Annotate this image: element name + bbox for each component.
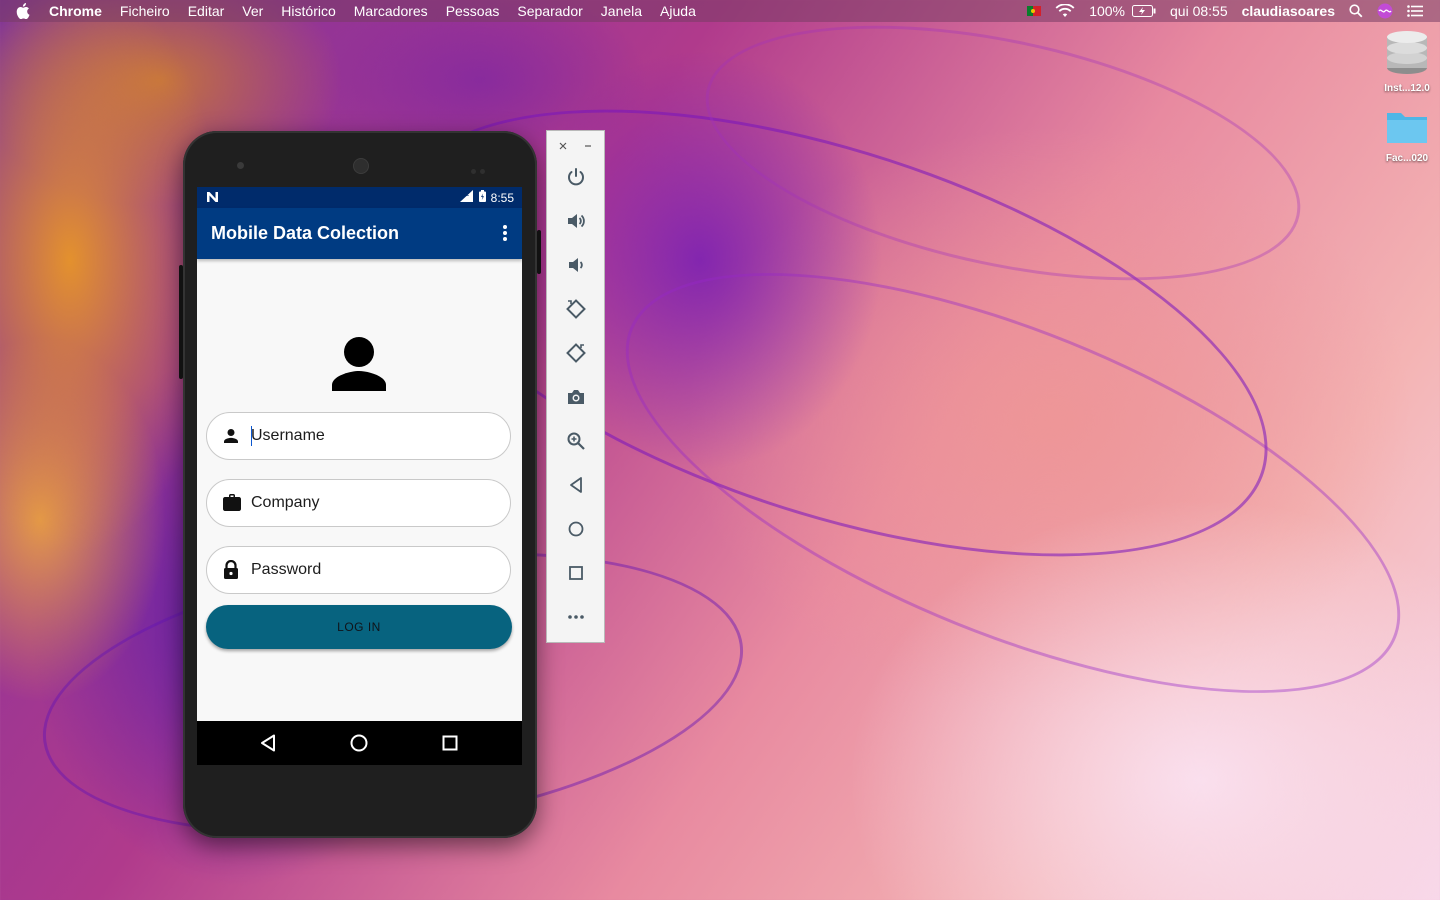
menu-separador[interactable]: Separador (508, 0, 591, 22)
flag-icon[interactable] (1020, 6, 1048, 16)
briefcase-icon (223, 494, 241, 516)
menu-pessoas[interactable]: Pessoas (437, 0, 509, 22)
password-field[interactable]: Password (206, 546, 511, 594)
overflow-menu-icon[interactable] (502, 224, 508, 247)
company-field[interactable]: Company (206, 479, 511, 527)
close-icon[interactable] (559, 139, 567, 153)
login-button[interactable]: LOG IN (206, 605, 512, 649)
earpiece-speaker (353, 158, 369, 174)
rotate-right-icon[interactable] (564, 341, 588, 365)
username-field[interactable]: Username (206, 412, 511, 460)
menu-ajuda[interactable]: Ajuda (651, 0, 705, 22)
notification-n-icon (206, 191, 219, 206)
status-time: 8:55 (490, 190, 514, 205)
front-camera (237, 162, 244, 169)
android-status-bar: LTE 8:55 (197, 187, 522, 208)
lock-icon (223, 559, 239, 584)
volume-up-icon[interactable] (564, 209, 588, 233)
phone-side-button[interactable] (179, 265, 183, 379)
menu-historico[interactable]: Histórico (272, 0, 344, 22)
siri-icon[interactable] (1370, 3, 1400, 19)
folder-icon (1385, 113, 1429, 149)
battery-icon[interactable] (1132, 5, 1163, 17)
macos-menu-bar: Chrome Ficheiro Editar Ver Histórico Mar… (0, 0, 1440, 22)
app-bar: Mobile Data Colection (197, 208, 522, 259)
text-cursor (251, 426, 252, 446)
phone-side-button[interactable] (537, 230, 541, 274)
avatar-icon (330, 335, 388, 396)
desktop-icon-label: Inst...12.0 (1384, 83, 1430, 94)
menu-marcadores[interactable]: Marcadores (345, 0, 437, 22)
menu-ver[interactable]: Ver (233, 0, 272, 22)
desktop-icon-folder[interactable]: Fac...020 (1372, 108, 1440, 164)
phone-screen: LTE 8:55 Mobile Data Colection Username (197, 187, 522, 765)
menu-editar[interactable]: Editar (179, 0, 234, 22)
power-icon[interactable] (564, 165, 588, 189)
person-icon (223, 428, 239, 449)
nav-overview-icon[interactable] (442, 734, 458, 756)
menu-janela[interactable]: Janela (592, 0, 651, 22)
company-placeholder: Company (251, 494, 320, 511)
overview-icon[interactable] (564, 561, 588, 585)
desktop-icon-installer[interactable]: Inst...12.0 (1372, 28, 1440, 94)
app-title: Mobile Data Colection (211, 223, 400, 243)
username-placeholder: Username (251, 427, 325, 444)
svg-text:LTE: LTE (461, 192, 469, 198)
spotlight-search-icon[interactable] (1342, 4, 1370, 18)
emulator-toolbar (546, 130, 605, 643)
apple-menu-icon[interactable] (6, 3, 40, 19)
user-name[interactable]: claudiasoares (1235, 0, 1342, 22)
nav-back-icon[interactable] (260, 734, 276, 757)
android-nav-bar (197, 721, 522, 765)
back-icon[interactable] (564, 473, 588, 497)
menu-ficheiro[interactable]: Ficheiro (111, 0, 179, 22)
password-placeholder: Password (251, 561, 322, 578)
zoom-icon[interactable] (564, 429, 588, 453)
volume-down-icon[interactable] (564, 253, 588, 277)
menu-chrome[interactable]: Chrome (40, 0, 111, 22)
signal-icon: LTE (459, 190, 474, 205)
proximity-sensors (471, 161, 491, 174)
nav-home-icon[interactable] (350, 734, 368, 757)
desktop-icon-label: Fac...020 (1385, 153, 1429, 164)
rotate-left-icon[interactable] (564, 297, 588, 321)
notification-center-icon[interactable] (1400, 5, 1430, 17)
more-icon[interactable] (564, 605, 588, 629)
disk-icon (1385, 31, 1429, 79)
camera-icon[interactable] (564, 385, 588, 409)
clock[interactable]: qui 08:55 (1163, 0, 1235, 22)
battery-percent: 100% (1089, 3, 1125, 19)
minimize-icon[interactable] (584, 139, 592, 153)
battery-icon (478, 190, 486, 205)
wifi-icon[interactable] (1048, 4, 1082, 18)
home-icon[interactable] (564, 517, 588, 541)
